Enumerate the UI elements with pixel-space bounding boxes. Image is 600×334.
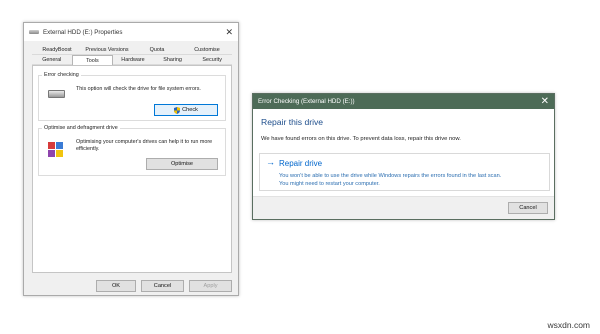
cancel-button-label: Cancel [153, 283, 172, 289]
optimise-button[interactable]: Optimise [146, 158, 218, 170]
tab-readyboost[interactable]: ReadyBoost [32, 45, 82, 55]
error-checking-dialog: Error Checking (External HDD (E:)) ✕ Rep… [252, 93, 555, 220]
cancel-button[interactable]: Cancel [141, 280, 184, 292]
repair-drive-title: Repair drive [279, 159, 323, 168]
properties-window: External HDD (E:) Properties ✕ ReadyBoos… [23, 22, 239, 296]
check-button[interactable]: Check [154, 104, 218, 116]
arrow-right-icon: → [266, 157, 275, 167]
optimise-text: Optimising your computer's drives can he… [76, 139, 213, 152]
defrag-icon [48, 142, 64, 157]
repair-drive-link[interactable]: → Repair drive You won't be able to use … [259, 153, 550, 191]
repair-drive-description: You won't be able to use the drive while… [279, 172, 549, 188]
drive-icon [29, 30, 39, 34]
close-icon[interactable]: ✕ [541, 96, 549, 107]
dialog-footer: Cancel [253, 196, 554, 219]
optimise-legend: Optimise and defragment drive [42, 125, 120, 131]
hard-drive-icon [48, 90, 65, 98]
apply-button[interactable]: Apply [189, 280, 232, 292]
optimise-button-label: Optimise [170, 161, 194, 167]
dialog-cancel-label: Cancel [519, 205, 537, 211]
error-checking-group: Error checking This option will check th… [38, 72, 226, 121]
tab-strip: ReadyBoost Previous Versions Quota Custo… [32, 45, 232, 65]
watermark: wsxdn.com [547, 320, 590, 330]
error-checking-legend: Error checking [42, 72, 81, 78]
dialog-cancel-button[interactable]: Cancel [508, 202, 548, 214]
tab-quota[interactable]: Quota [132, 45, 182, 55]
tab-row-1: ReadyBoost Previous Versions Quota Custo… [32, 45, 232, 55]
check-button-label: Check [182, 107, 198, 113]
dialog-title: Error Checking (External HDD (E:)) [258, 98, 355, 105]
tab-general[interactable]: General [32, 55, 72, 65]
dialog-title-bar: Error Checking (External HDD (E:)) ✕ [253, 94, 554, 109]
apply-button-label: Apply [203, 283, 218, 289]
dialog-message: We have found errors on this drive. To p… [261, 136, 461, 142]
uac-shield-icon [174, 106, 181, 114]
error-checking-text: This option will check the drive for fil… [76, 86, 201, 92]
tab-tools[interactable]: Tools [71, 55, 114, 65]
ok-button[interactable]: OK [96, 280, 136, 292]
window-title: External HDD (E:) Properties [43, 28, 123, 36]
tools-tab-panel: Error checking This option will check th… [32, 65, 232, 273]
tab-security[interactable]: Security [192, 55, 232, 65]
dialog-heading: Repair this drive [261, 117, 324, 127]
tab-sharing[interactable]: Sharing [152, 55, 193, 65]
repair-desc-line-1: You won't be able to use the drive while… [279, 173, 502, 179]
close-icon[interactable]: ✕ [225, 27, 233, 37]
tab-customise[interactable]: Customise [182, 45, 232, 55]
ok-button-label: OK [111, 283, 121, 289]
tab-hardware[interactable]: Hardware [113, 55, 153, 65]
tab-row-2: General Tools Hardware Sharing Security [32, 55, 232, 65]
optimise-group: Optimise and defragment drive Optimising… [38, 125, 226, 176]
tab-previous-versions[interactable]: Previous Versions [82, 45, 132, 55]
properties-title-bar: External HDD (E:) Properties ✕ [24, 23, 238, 41]
repair-desc-line-2: You might need to restart your computer. [279, 181, 380, 187]
